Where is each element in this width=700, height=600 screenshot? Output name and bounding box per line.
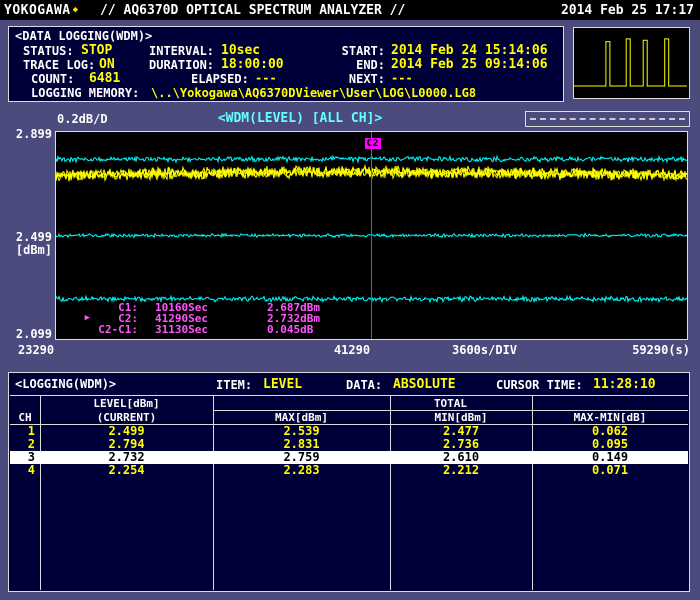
marker-legend-box (525, 111, 690, 127)
col-header-level: LEVEL[dBm] (93, 397, 160, 410)
logging-memory-path: \..\Yokogawa\AQ6370DViewer\User\LOG\L000… (151, 86, 477, 100)
titlebar: YOKOGAWA ◆ // AQ6370D OPTICAL SPECTRUM A… (0, 0, 700, 20)
y-axis-top-label: 2.899 (15, 127, 52, 141)
item-value: LEVEL (263, 377, 303, 392)
elapsed-label: ELAPSED: (191, 72, 249, 86)
x-axis-cursor-label: 41290 (333, 343, 371, 357)
col-header-current: (CURRENT) (96, 411, 157, 424)
cell-ch: 4 (27, 463, 35, 477)
next-value: --- (391, 71, 413, 85)
cell-ch: 3 (27, 450, 35, 464)
logging-memory-label: LOGGING MEMORY: (31, 86, 140, 100)
x-axis-div-label: 3600s/DIV (452, 343, 518, 357)
logging-table-header: <LOGGING(WDM)> (15, 377, 117, 391)
cursor-time-label: CURSOR TIME: (496, 378, 583, 392)
cell-ch: 1 (27, 424, 35, 438)
duration-label: DURATION: (149, 58, 215, 72)
cursor-readout: C1: 10160Sec 2.687dBm ▶ C2: 41290Sec 2.7… (78, 302, 320, 335)
cell-max: 2.283 (283, 463, 320, 477)
cursor-active-marker (78, 324, 90, 335)
scale-per-div-label: 0.2dB/D (57, 112, 108, 126)
col-header-min: MIN[dBm] (434, 411, 488, 424)
next-label: NEXT: (348, 72, 385, 86)
col-header-ch: CH (18, 411, 32, 424)
cursor-active-marker (78, 302, 90, 313)
cursor-name: C2-C1: (98, 323, 138, 336)
y-axis-unit-label: [dBm] (15, 243, 52, 257)
table-row-ch4[interactable]: 4 2.254 2.283 2.212 0.071 (10, 464, 688, 477)
spectrum-preview-trace (574, 38, 687, 87)
table-rows: 1 2.499 2.539 2.477 0.062 2 2.794 2.831 … (10, 425, 688, 477)
status-value: STOP (81, 43, 113, 58)
end-label: END: (356, 58, 385, 72)
count-value: 6481 (89, 71, 121, 86)
item-label: ITEM: (216, 378, 253, 392)
count-label: COUNT: (31, 72, 75, 86)
cell-min: 2.212 (442, 463, 480, 477)
logo-diamond-icon: ◆ (72, 5, 79, 15)
cursor-c2-handle[interactable]: C2 (364, 138, 381, 149)
cell-current: 2.254 (108, 463, 145, 477)
y-axis-bottom-label: 2.099 (15, 327, 52, 341)
analyzer-screen: YOKOGAWA ◆ // AQ6370D OPTICAL SPECTRUM A… (0, 0, 700, 600)
cursor-value: 0.045dB (267, 323, 314, 336)
start-value: 2014 Feb 24 15:14:06 (391, 43, 548, 58)
cell-maxmin: 0.071 (591, 463, 629, 477)
end-value: 2014 Feb 25 09:14:06 (391, 57, 548, 72)
cursor-time-value: 11:28:10 (593, 377, 656, 392)
duration-value: 18:00:00 (221, 57, 284, 72)
cell-ch: 2 (27, 437, 35, 451)
status-label: STATUS: (23, 44, 74, 58)
elapsed-value: --- (255, 71, 277, 85)
level-trend-chart: C2 C1: 10160Sec 2.687dBm ▶ C2: 41290Sec … (55, 131, 688, 340)
chart-title: <WDM(LEVEL) [ALL CH]> (217, 111, 383, 126)
x-axis-right-label: 59290(s) (632, 343, 690, 357)
interval-label: INTERVAL: (149, 44, 215, 58)
col-header-total: TOTAL (433, 397, 468, 410)
data-logging-header: <DATA LOGGING(WDM)> (15, 29, 153, 43)
logging-table: CH LEVEL[dBm] (CURRENT) TOTAL MAX[dBm] M… (10, 395, 688, 590)
data-label: DATA: (346, 378, 383, 392)
datetime-display: 2014 Feb 25 17:17 (560, 2, 694, 18)
trace-log-label: TRACE LOG: (23, 58, 96, 72)
logging-table-panel: <LOGGING(WDM)> ITEM: LEVEL DATA: ABSOLUT… (8, 372, 690, 592)
cursor-delta-row: C2-C1: 31130Sec 0.045dB (78, 324, 320, 335)
data-logging-panel: <DATA LOGGING(WDM)> STATUS: STOP INTERVA… (8, 26, 564, 102)
col-header-max: MAX[dBm] (275, 411, 328, 424)
x-axis-left-label: 23290 (18, 343, 55, 357)
yokogawa-logo: YOKOGAWA (4, 2, 71, 18)
cursor-time: 31130Sec (155, 323, 208, 336)
data-value: ABSOLUTE (393, 377, 456, 392)
trace-log-value: ON (99, 57, 115, 72)
y-axis-mid-label: 2.499 (15, 230, 52, 244)
interval-value: 10sec (221, 43, 261, 58)
marker-dash-line (530, 118, 685, 120)
spectrum-preview (573, 27, 690, 99)
start-label: START: (341, 44, 385, 58)
col-header-maxmin: MAX-MIN[dB] (573, 411, 647, 424)
app-title: // AQ6370D OPTICAL SPECTRUM ANALYZER // (100, 2, 406, 18)
cursor-active-marker: ▶ (84, 313, 90, 323)
